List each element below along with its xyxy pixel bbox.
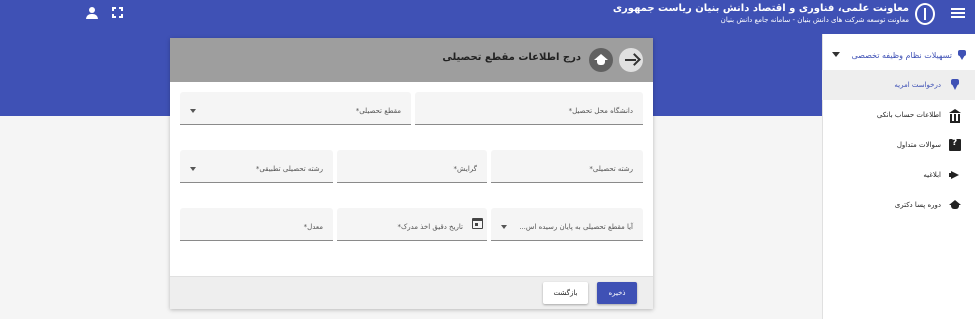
sidebar: تسهیلات نظام وظیفه تخصصی درخواست امریه ا… (822, 34, 975, 319)
graduation-cap-icon (949, 199, 961, 211)
major-field[interactable]: رشته تحصیلی* (491, 150, 643, 183)
degree-label: مقطع تحصیلی* (355, 107, 401, 115)
account-icon[interactable] (86, 7, 98, 19)
sidebar-item-label: ابلاغیه (923, 171, 941, 179)
ribbon-icon (949, 79, 961, 91)
chevron-down-icon (832, 52, 840, 57)
ribbon-icon (958, 50, 966, 60)
card-footer: ذخیره بازگشت (170, 276, 653, 309)
sidebar-item-label: دوره پسا دکتری (894, 201, 941, 209)
university-field[interactable]: دانشگاه محل تحصیل* (415, 92, 643, 125)
card-header: درج اطلاعات مقطع تحصیلی (170, 38, 653, 82)
sidebar-item-label: درخواست امریه (894, 81, 941, 89)
sidebar-item-postdoc[interactable]: دوره پسا دکتری (822, 190, 975, 220)
dropdown-arrow-icon (190, 167, 196, 171)
grad-date-label: تاریخ دقیق اخذ مدرک* (397, 223, 463, 231)
applied-major-label: رشته تحصیلی تطبیقی* (255, 165, 323, 173)
graduation-cap-icon (589, 48, 613, 72)
completed-label: آیا مقطع تحصیلی به پایان رسیده اس... (519, 223, 633, 231)
sidebar-group-military-service[interactable]: تسهیلات نظام وظیفه تخصصی (822, 44, 975, 66)
sidebar-item-bank-account[interactable]: اطلاعات حساب بانکی (822, 100, 975, 130)
orientation-field[interactable]: گرایش* (337, 150, 487, 183)
faq-icon (949, 138, 961, 151)
gpa-label: معدل* (303, 223, 323, 231)
emblem-logo (915, 3, 935, 25)
save-button[interactable]: ذخیره (597, 282, 637, 304)
fullscreen-icon[interactable] (112, 7, 123, 18)
sidebar-item-amriyeh-request[interactable]: درخواست امریه (822, 70, 975, 100)
megaphone-icon (949, 169, 961, 181)
header-subtitle: معاونت توسعه شرکت های دانش بنیان - سامان… (720, 16, 909, 24)
completed-select[interactable]: آیا مقطع تحصیلی به پایان رسیده اس... (491, 208, 643, 241)
degree-select[interactable]: مقطع تحصیلی* (180, 92, 411, 125)
arrow-back-icon[interactable] (619, 48, 643, 72)
sidebar-item-announcement[interactable]: ابلاغیه (822, 160, 975, 190)
sidebar-item-faq[interactable]: سوالات متداول (822, 130, 975, 160)
university-label: دانشگاه محل تحصیل* (568, 107, 633, 115)
sidebar-item-label: اطلاعات حساب بانکی (876, 111, 941, 119)
card-title: درج اطلاعات مقطع تحصیلی (442, 52, 581, 63)
top-app-bar: معاونت علمی، فناوری و اقتصاد دانش بنیان … (0, 0, 975, 34)
header-title: معاونت علمی، فناوری و اقتصاد دانش بنیان … (612, 3, 909, 14)
sidebar-group-label: تسهیلات نظام وظیفه تخصصی (851, 50, 953, 60)
orientation-label: گرایش* (453, 165, 477, 173)
sidebar-item-label: سوالات متداول (896, 141, 941, 149)
grad-date-field[interactable]: تاریخ دقیق اخذ مدرک* (337, 208, 487, 241)
back-button[interactable]: بازگشت (543, 282, 588, 304)
calendar-icon[interactable] (472, 218, 483, 229)
bank-icon (949, 109, 961, 123)
major-label: رشته تحصیلی* (589, 165, 633, 173)
dropdown-arrow-icon (501, 225, 507, 229)
gpa-field[interactable]: معدل* (180, 208, 333, 241)
dropdown-arrow-icon (190, 109, 196, 113)
menu-icon[interactable] (951, 6, 965, 20)
applied-major-select[interactable]: رشته تحصیلی تطبیقی* (180, 150, 333, 183)
education-form-card: درج اطلاعات مقطع تحصیلی دانشگاه محل تحصی… (170, 38, 653, 309)
